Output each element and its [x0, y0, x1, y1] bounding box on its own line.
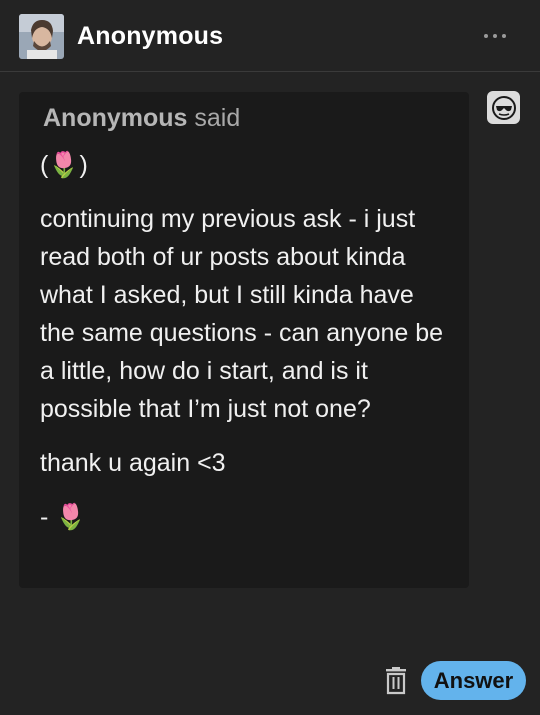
ask-paragraph: thank u again <3	[40, 449, 226, 477]
answer-button[interactable]: Answer	[421, 661, 526, 700]
asker-line: Anonymous said	[43, 104, 240, 133]
ask-paragraph: (🌷)	[40, 151, 88, 179]
anonymous-sunglasses-icon	[487, 91, 520, 124]
said-label: said	[194, 104, 241, 132]
asker-name[interactable]: Anonymous	[43, 104, 187, 132]
ask-body: (🌷) continuing my previous ask - i just …	[40, 146, 450, 552]
ask-paragraph: - 🌷	[40, 503, 87, 531]
ask-card: Anonymous said (🌷) continuing my previou…	[19, 92, 469, 588]
more-dots-icon[interactable]	[484, 34, 512, 42]
post-header: Anonymous	[0, 0, 540, 72]
avatar[interactable]	[19, 14, 64, 59]
avatar-image	[19, 14, 64, 59]
header-username[interactable]: Anonymous	[77, 22, 223, 51]
ask-paragraph: continuing my previous ask - i just read…	[40, 205, 444, 423]
trash-icon[interactable]	[384, 667, 408, 695]
